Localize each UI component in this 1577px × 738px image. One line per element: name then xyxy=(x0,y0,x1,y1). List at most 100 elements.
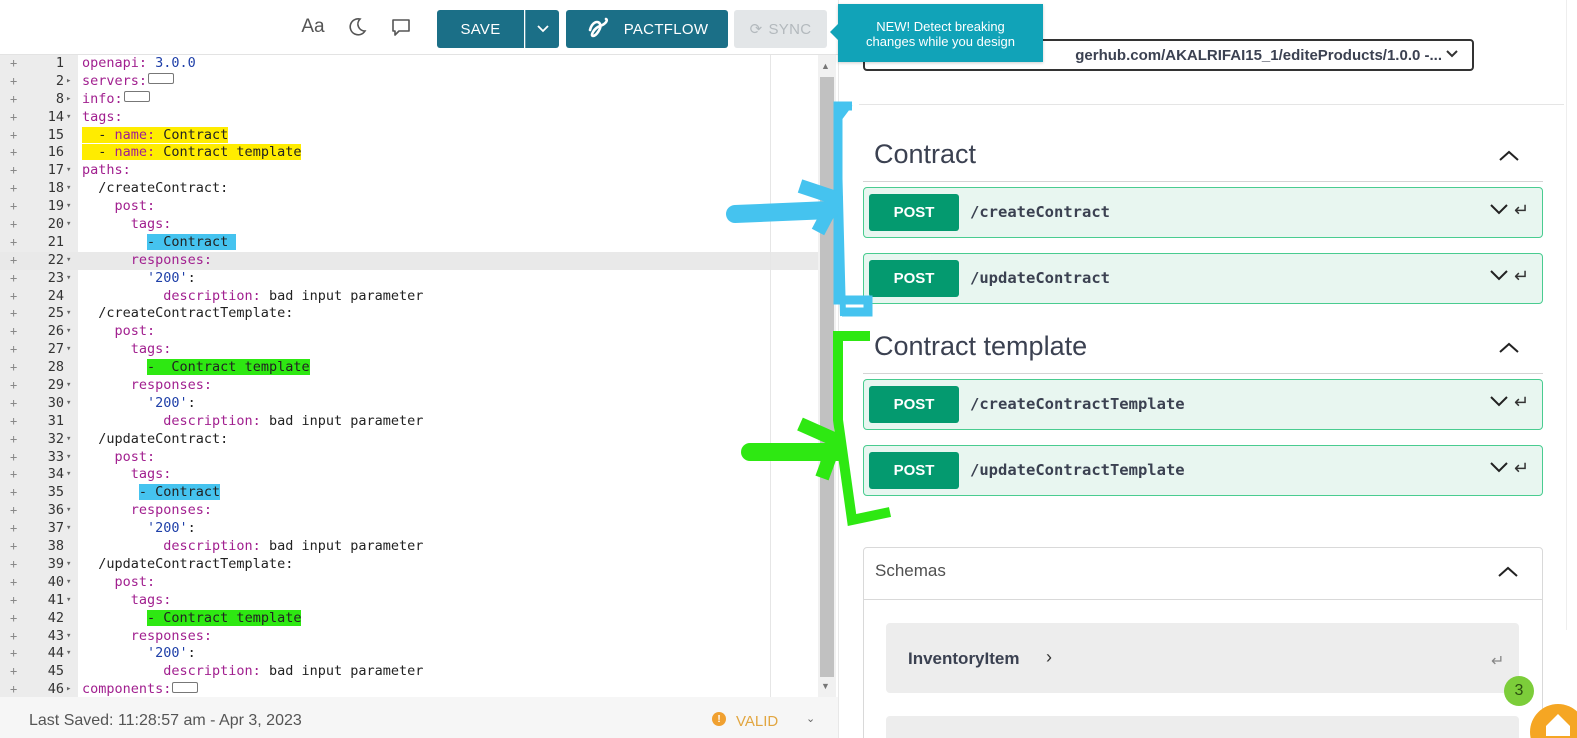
code-line[interactable]: +37 ▾ '200': xyxy=(0,520,818,538)
code-text[interactable]: tags: xyxy=(82,592,172,610)
scroll-up-icon[interactable]: ▲ xyxy=(821,61,830,71)
fold-toggle-icon[interactable]: ▾ xyxy=(66,198,76,216)
plus-icon[interactable]: + xyxy=(10,556,20,574)
editor-scrollbar[interactable]: ▲ ▼ xyxy=(818,55,836,698)
code-line[interactable]: +44 ▾ '200': xyxy=(0,645,818,663)
moon-icon[interactable] xyxy=(344,14,370,40)
fold-toggle-icon[interactable]: ▾ xyxy=(66,466,76,484)
code-editor[interactable]: +1 openapi: 3.0.0 +2 ▸ servers: +8 ▸ info: +14 ▾ t… xyxy=(0,54,838,699)
code-line[interactable]: +36 ▾ responses: xyxy=(0,502,818,520)
plus-icon[interactable]: + xyxy=(10,127,20,145)
plus-icon[interactable]: + xyxy=(10,144,20,162)
plus-icon[interactable]: + xyxy=(10,449,20,467)
code-line[interactable]: +32 ▾ /updateContract: xyxy=(0,431,818,449)
code-text[interactable]: tags: xyxy=(82,216,172,234)
tag-heading-contract-template[interactable]: Contract template xyxy=(874,331,1087,362)
code-text[interactable]: /updateContract: xyxy=(82,431,228,449)
fold-toggle-icon[interactable]: ▸ xyxy=(66,91,76,109)
return-icon[interactable]: ↵ xyxy=(1514,200,1529,221)
code-line[interactable]: +21 - Contract xyxy=(0,233,818,252)
save-options-button[interactable] xyxy=(525,10,559,48)
chevron-up-icon[interactable] xyxy=(1496,560,1520,584)
fold-toggle-icon[interactable]: ▾ xyxy=(66,252,76,270)
plus-icon[interactable]: + xyxy=(10,484,20,502)
plus-icon[interactable]: + xyxy=(10,91,20,109)
fold-toggle-icon[interactable]: ▾ xyxy=(66,502,76,520)
plus-icon[interactable]: + xyxy=(10,466,20,484)
plus-icon[interactable]: + xyxy=(10,359,20,377)
plus-icon[interactable]: + xyxy=(10,645,20,663)
validation-status[interactable]: VALID xyxy=(736,713,778,730)
chevron-down-icon[interactable] xyxy=(1490,394,1508,411)
code-text[interactable]: - Contract xyxy=(82,233,237,252)
pactflow-tooltip[interactable]: NEW! Detect breaking changes while you d… xyxy=(830,4,1043,62)
code-text[interactable]: post: xyxy=(82,449,156,467)
code-text[interactable]: '200': xyxy=(82,270,196,288)
plus-icon[interactable]: + xyxy=(10,109,20,127)
code-text[interactable]: servers: xyxy=(82,73,175,91)
code-lines[interactable]: +1 openapi: 3.0.0 +2 ▸ servers: +8 ▸ info: +14 ▾ t… xyxy=(0,55,818,699)
plus-icon[interactable]: + xyxy=(10,610,20,628)
code-line[interactable]: +17 ▾ paths: xyxy=(0,162,818,180)
tag-heading-contract[interactable]: Contract xyxy=(874,139,976,170)
code-text[interactable]: '200': xyxy=(82,395,196,413)
plus-icon[interactable]: + xyxy=(10,252,20,270)
plus-icon[interactable]: + xyxy=(10,234,20,252)
pactflow-button[interactable]: PACTFLOW xyxy=(566,10,728,48)
code-text[interactable]: /createContractTemplate: xyxy=(82,305,293,323)
fold-toggle-icon[interactable]: ▾ xyxy=(66,323,76,341)
plus-icon[interactable]: + xyxy=(10,520,20,538)
code-text[interactable]: - Contract template xyxy=(82,359,310,377)
fold-toggle-icon[interactable]: ▾ xyxy=(66,162,76,180)
chevron-down-icon[interactable] xyxy=(1490,202,1508,219)
code-text[interactable]: - name: Contract xyxy=(82,126,229,145)
code-text[interactable]: /updateContractTemplate: xyxy=(82,556,293,574)
plus-icon[interactable]: + xyxy=(10,431,20,449)
code-line[interactable]: +18 ▾ /createContract: xyxy=(0,180,818,198)
code-text[interactable]: '200': xyxy=(82,645,196,663)
plus-icon[interactable]: + xyxy=(10,502,20,520)
operation-update-contract-template[interactable]: POST /updateContractTemplate ↵ xyxy=(863,445,1543,496)
code-text[interactable]: description: bad input parameter xyxy=(82,663,423,681)
sync-button[interactable]: ⟳ SYNC xyxy=(734,10,827,48)
fold-toggle-icon[interactable]: ▾ xyxy=(66,109,76,127)
plus-icon[interactable]: + xyxy=(10,592,20,610)
code-line[interactable]: +40 ▾ post: xyxy=(0,574,818,592)
code-text[interactable]: post: xyxy=(82,198,156,216)
fold-toggle-icon[interactable]: ▾ xyxy=(66,574,76,592)
return-icon[interactable]: ↵ xyxy=(1514,392,1529,413)
code-text[interactable]: description: bad input parameter xyxy=(82,413,423,431)
code-line[interactable]: +35 - Contract xyxy=(0,484,818,502)
code-line[interactable]: +39 ▾ /updateContractTemplate: xyxy=(0,556,818,574)
operation-create-contract-template[interactable]: POST /createContractTemplate ↵ xyxy=(863,379,1543,430)
code-line[interactable]: +41 ▾ tags: xyxy=(0,592,818,610)
fold-toggle-icon[interactable]: ▾ xyxy=(66,216,76,234)
chevron-up-icon[interactable] xyxy=(1497,144,1521,168)
schema-item[interactable] xyxy=(886,716,1519,738)
fold-toggle-icon[interactable]: ▾ xyxy=(66,305,76,323)
chevron-down-icon[interactable] xyxy=(1490,460,1508,477)
fold-toggle-icon[interactable]: ▾ xyxy=(66,520,76,538)
fold-toggle-icon[interactable]: ▾ xyxy=(66,628,76,646)
code-line[interactable]: +22 ▾ responses: xyxy=(0,251,818,270)
plus-icon[interactable]: + xyxy=(10,341,20,359)
plus-icon[interactable]: + xyxy=(10,73,20,91)
code-text[interactable]: - Contract xyxy=(82,484,221,502)
code-line[interactable]: +19 ▾ post: xyxy=(0,198,818,216)
fold-toggle-icon[interactable]: ▾ xyxy=(66,377,76,395)
schemas-title[interactable]: Schemas xyxy=(875,561,946,581)
plus-icon[interactable]: + xyxy=(10,377,20,395)
fold-toggle-icon[interactable]: ▾ xyxy=(66,431,76,449)
code-line[interactable]: +23 ▾ '200': xyxy=(0,270,818,288)
editor-scroll-thumb[interactable] xyxy=(820,77,834,677)
return-icon[interactable]: ↵ xyxy=(1514,458,1529,479)
plus-icon[interactable]: + xyxy=(10,180,20,198)
code-line[interactable]: +24 description: bad input parameter xyxy=(0,288,818,306)
code-line[interactable]: +1 openapi: 3.0.0 xyxy=(0,55,818,73)
plus-icon[interactable]: + xyxy=(10,162,20,180)
plus-icon[interactable]: + xyxy=(10,628,20,646)
code-text[interactable]: responses: xyxy=(82,502,212,520)
chevron-down-icon[interactable] xyxy=(1490,268,1508,285)
code-line[interactable]: +16 - name: Contract template xyxy=(0,144,818,162)
code-text[interactable]: /createContract: xyxy=(82,180,228,198)
